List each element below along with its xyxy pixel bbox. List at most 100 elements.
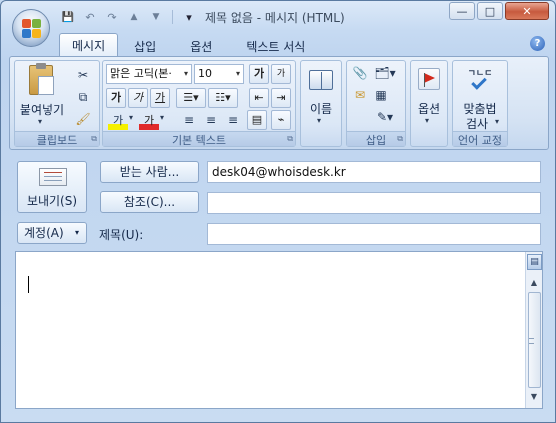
font-name-value: 맑은 고딕(본· [110,67,172,80]
font-color-icon: 가 [143,114,155,127]
attach-item-icon[interactable]: ✉ [350,85,370,105]
business-card-icon[interactable]: 🗂▾ [371,63,399,83]
attach-file-icon[interactable]: 📎 [350,63,370,83]
office-button[interactable] [12,9,50,47]
ruler-toggle-icon[interactable]: ▤ [527,254,542,270]
paste-label: 붙여넣기 [19,103,65,117]
paste-button[interactable]: 붙여넣기 ▾ [17,63,67,129]
spellcheck-label-line2: 검사 [465,117,489,131]
account-button-label: 계정(A) [24,226,64,240]
signature-icon[interactable]: ✎▾ [371,107,399,127]
italic-button[interactable]: 가 [128,88,148,108]
customize-icon[interactable]: ▾ [180,8,198,26]
scrollbar-grip-icon [529,338,534,344]
up-icon[interactable]: ▲ [125,8,143,26]
justify-button[interactable]: ▤ [247,110,267,130]
scroll-up-icon[interactable]: ▲ [526,278,542,287]
undo-icon[interactable]: ↶ [81,8,99,26]
redo-icon[interactable]: ↷ [103,8,121,26]
bold-button[interactable]: 가 [106,88,126,108]
bullets-button[interactable]: ☰▾ [176,88,206,108]
styles-button[interactable]: ⌁ [271,110,291,130]
cut-icon[interactable]: ✂ [73,65,93,85]
subject-label: 제목(U): [99,228,144,242]
decrease-indent-button[interactable]: ⇤ [249,88,269,108]
align-left-icon[interactable]: ≡ [179,110,199,130]
message-body-editor[interactable]: ▤ ▲ ▼ [15,251,543,409]
paste-dropdown-icon: ▾ [38,117,43,126]
to-button[interactable]: 받는 사람... [100,161,199,183]
send-label: 보내기(S) [26,194,78,208]
group-names: 이름 ▾ [300,60,342,147]
group-options: 옵션 ▾ [410,60,448,147]
spellcheck-button[interactable]: ㄱㄴㄷ 맞춤법 검사 ▾ [455,64,505,131]
spellcheck-dropdown-icon: ▾ [495,117,500,126]
options-button[interactable]: 옵션 ▾ [413,64,445,128]
decrease-indent-icon: ⇤ [254,91,264,104]
to-button-label: 받는 사람... [119,165,180,179]
shrink-font-icon: 가 [276,69,286,79]
office-logo-icon [22,19,42,39]
tab-text-format[interactable]: 텍스트 서식 [234,35,317,57]
chevron-down-icon: ▾ [74,228,79,237]
proofing-group-label: 언어 교정 [453,131,507,147]
cc-button-label: 참조(C)... [123,195,176,209]
grow-font-icon: 가 [253,67,265,80]
tab-options[interactable]: 옵션 [178,35,224,57]
numbered-list-icon: ☷▾ [215,91,231,104]
highlight-icon: 가 [112,114,124,127]
title-bar: 💾 ↶ ↷ ▲ ▼ ▾ 제목 없음 - 메시지 (HTML) — □ ✕ [1,1,555,47]
grow-font-button[interactable]: 가 [249,64,269,84]
account-button[interactable]: 계정(A) ▾ [17,222,87,244]
flag-icon [418,68,440,90]
cc-field[interactable] [207,192,541,214]
align-right-icon[interactable]: ≡ [223,110,243,130]
clipboard-icon [29,63,54,95]
underline-icon: 가 [154,91,166,104]
clipboard-launcher-icon[interactable]: ⧉ [91,134,97,144]
help-icon[interactable]: ? [530,36,545,51]
down-icon[interactable]: ▼ [147,8,165,26]
to-field[interactable]: desk04@whoisdesk.kr [207,161,541,183]
subject-field[interactable] [207,223,541,245]
insert-launcher-icon[interactable]: ⧉ [397,134,403,144]
clipboard-group-label: 클립보드 [15,131,99,147]
send-button[interactable]: 보내기(S) [17,161,87,213]
close-button[interactable]: ✕ [505,2,549,20]
numbering-button[interactable]: ☷▾ [208,88,238,108]
save-icon[interactable]: 💾 [59,8,77,26]
window-title: 제목 없음 - 메시지 (HTML) [205,11,345,25]
bullet-list-icon: ☰▾ [183,91,199,104]
scroll-down-icon[interactable]: ▼ [526,392,542,401]
font-size-select[interactable]: 10 ▾ [194,64,244,84]
font-color-button[interactable]: 가 [139,110,159,130]
copy-icon[interactable]: ⧉ [73,87,93,107]
underline-button[interactable]: 가 [150,88,170,108]
chevron-down-icon[interactable]: ▾ [160,113,164,122]
basic-text-launcher-icon[interactable]: ⧉ [287,134,293,144]
vertical-scrollbar[interactable]: ▤ ▲ ▼ [525,252,542,408]
font-name-select[interactable]: 맑은 고딕(본· ▾ [106,64,192,84]
chevron-down-icon: ▾ [183,69,188,78]
text-cursor [28,276,29,293]
bold-icon: 가 [110,91,122,104]
send-icon [39,168,67,186]
names-label: 이름 [309,102,333,116]
format-painter-icon[interactable]: 🖌 [73,109,93,129]
shrink-font-button[interactable]: 가 [271,64,291,84]
spellcheck-icon: ㄱㄴㄷ [466,66,494,92]
minimize-button[interactable]: — [449,2,475,20]
increase-indent-button[interactable]: ⇥ [271,88,291,108]
ribbon-tabs: 메시지 삽입 옵션 텍스트 서식 [59,33,321,57]
quick-access-toolbar: 💾 ↶ ↷ ▲ ▼ ▾ [59,7,198,27]
highlight-button[interactable]: 가 [108,110,128,130]
cc-button[interactable]: 참조(C)... [100,191,199,213]
tab-insert[interactable]: 삽입 [122,35,168,57]
chevron-down-icon[interactable]: ▾ [129,113,133,122]
address-book-button[interactable]: 이름 ▾ [304,64,338,128]
tab-message[interactable]: 메시지 [59,33,119,57]
increase-indent-icon: ⇥ [276,91,286,104]
maximize-button[interactable]: □ [477,2,503,20]
calendar-icon[interactable]: ▦ [371,85,391,105]
align-center-icon[interactable]: ≡ [201,110,221,130]
